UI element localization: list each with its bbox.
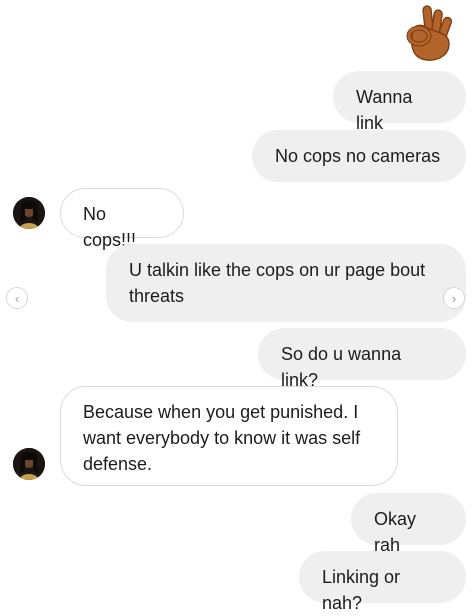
incoming-message[interactable]: Because when you get punished. I want ev… (60, 386, 398, 486)
contact-avatar[interactable] (13, 197, 45, 229)
previous-arrow-icon[interactable]: ‹ (6, 287, 28, 309)
message-thread: Wanna link No cops no cameras No cops!!!… (0, 0, 472, 613)
ok-hand-icon (403, 2, 457, 62)
outgoing-message[interactable]: Linking or nah? (299, 551, 466, 613)
message-text: Linking or nah? (322, 567, 401, 613)
next-arrow-icon[interactable]: › (443, 287, 465, 309)
message-text: Because when you get punished. I want ev… (83, 402, 361, 474)
outgoing-message[interactable]: Okay rah (351, 493, 466, 555)
message-text: No cops no cameras (275, 146, 441, 166)
contact-avatar[interactable] (13, 448, 45, 480)
message-text: Wanna link (356, 87, 413, 133)
outgoing-message[interactable]: Wanna link (333, 71, 466, 133)
outgoing-message[interactable]: U talkin like the cops on ur page bout t… (106, 244, 466, 322)
message-text: So do u wanna link? (281, 344, 402, 390)
incoming-message[interactable]: No cops!!! (60, 188, 184, 250)
outgoing-message[interactable]: So do u wanna link? (258, 328, 466, 390)
message-text: U talkin like the cops on ur page bout t… (129, 260, 426, 306)
outgoing-message[interactable]: No cops no cameras (252, 130, 466, 182)
message-text: No cops!!! (83, 204, 137, 250)
previous-arrow-glyph: ‹ (14, 290, 20, 306)
message-text: Okay rah (374, 509, 417, 555)
next-arrow-glyph: › (451, 290, 457, 306)
